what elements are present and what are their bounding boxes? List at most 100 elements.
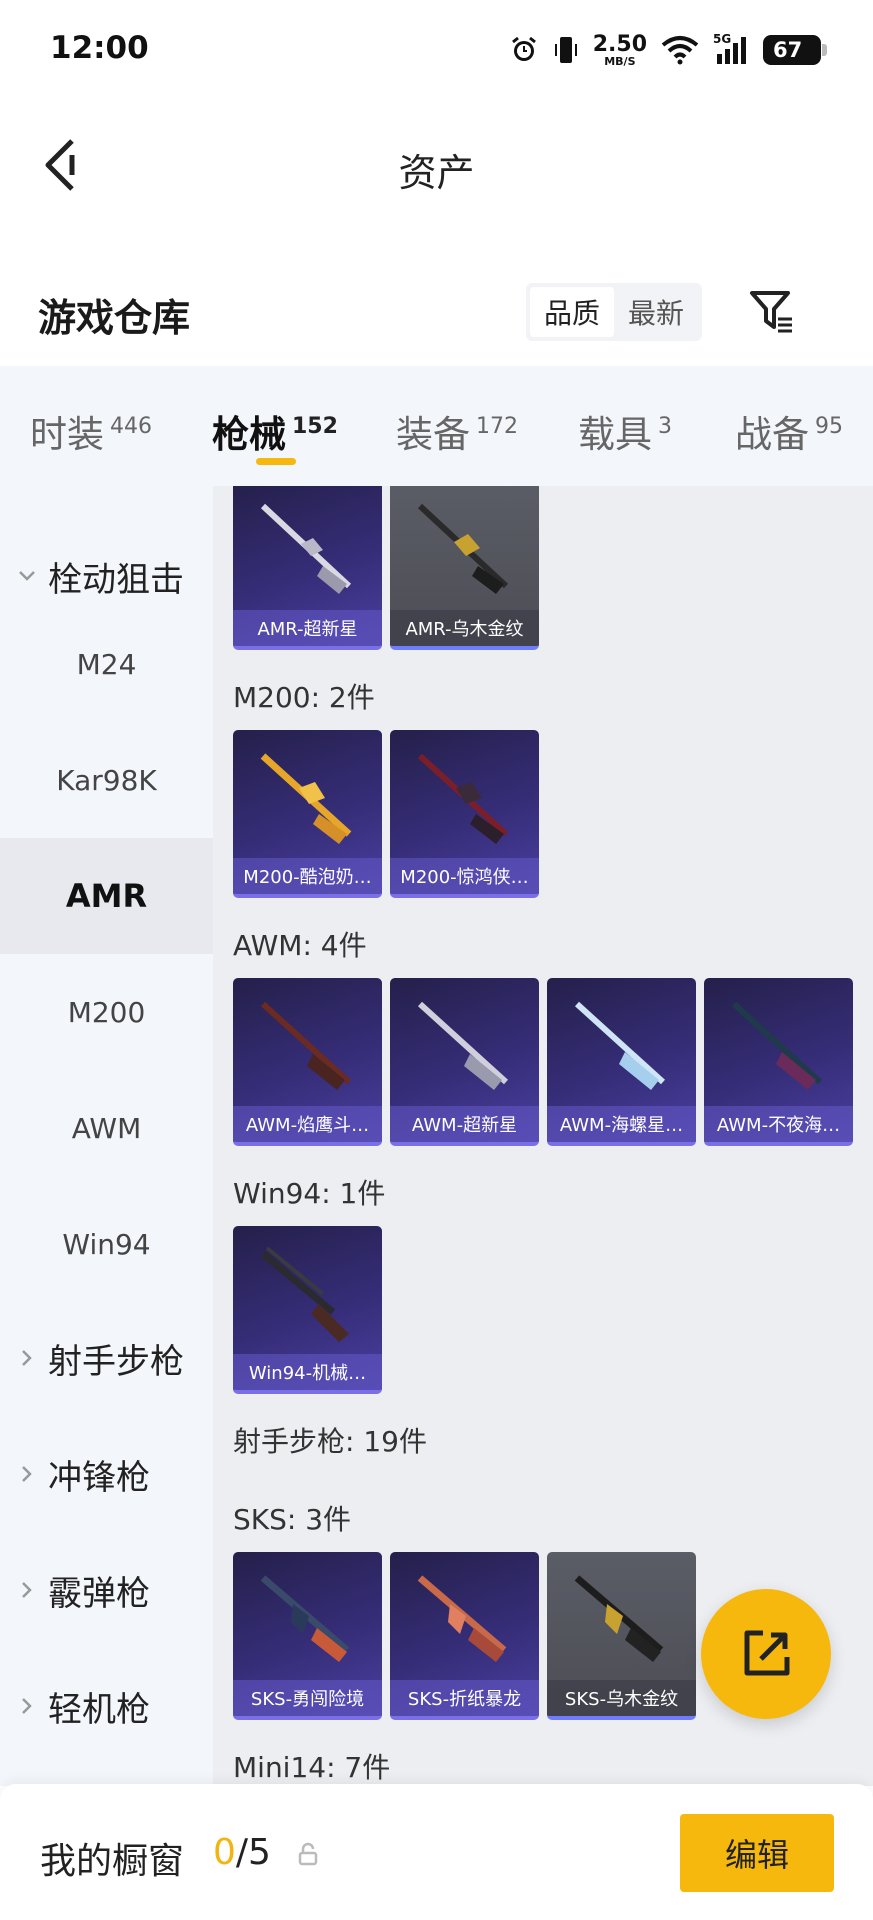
group-label-awm: AWM: 4件 bbox=[233, 929, 367, 962]
card-label: AWM-海螺星… bbox=[547, 1106, 696, 1142]
status-icons: 2.50 MB/S 5G 67 bbox=[509, 30, 827, 70]
card-label: AMR-超新星 bbox=[233, 610, 382, 646]
chevron-right-icon bbox=[18, 1465, 36, 1483]
sidebar-group-label: 栓动狙击 bbox=[48, 559, 184, 600]
tab-supplies[interactable]: 战备 95 bbox=[735, 366, 843, 458]
sidebar-item-amr[interactable]: AMR bbox=[0, 838, 213, 954]
sidebar-group-bolt-action[interactable]: 栓动狙击 bbox=[18, 546, 184, 606]
page-title: 资产 bbox=[398, 151, 475, 195]
active-tab-indicator bbox=[256, 458, 296, 465]
group-label-sks: SKS: 3件 bbox=[233, 1503, 352, 1536]
tab-fashion[interactable]: 时装 446 bbox=[30, 366, 152, 458]
sidebar-group-label: 冲锋枪 bbox=[48, 1457, 150, 1498]
sniper-rifle-icon bbox=[260, 503, 352, 594]
showcase-count: 0/5 bbox=[213, 1832, 271, 1873]
showcase-current: 0 bbox=[213, 1832, 236, 1873]
chevron-down-icon bbox=[18, 567, 36, 585]
sort-latest-option[interactable]: 最新 bbox=[614, 287, 698, 337]
card-label: M200-酷泡奶… bbox=[233, 858, 382, 894]
warehouse-title: 游戏仓库 bbox=[38, 296, 191, 340]
chevron-right-icon bbox=[18, 1349, 36, 1367]
tab-label: 枪械 bbox=[212, 413, 286, 456]
tab-equipment[interactable]: 装备 172 bbox=[396, 366, 518, 458]
card-label: AMR-乌木金纹 bbox=[390, 610, 539, 646]
edit-button[interactable]: 编辑 bbox=[680, 1814, 834, 1892]
tab-count: 172 bbox=[476, 414, 518, 439]
status-time: 12:00 bbox=[50, 30, 149, 66]
showcase-bar: 我的橱窗 0/5 编辑 bbox=[0, 1784, 873, 1920]
net-speed-value: 2.50 bbox=[592, 31, 647, 57]
tab-count: 152 bbox=[292, 414, 338, 439]
sniper-rifle-icon bbox=[260, 753, 352, 844]
weapon-card[interactable]: AMR-乌木金纹 bbox=[390, 486, 539, 650]
tab-firearms[interactable]: 枪械 152 bbox=[212, 366, 338, 465]
filter-icon bbox=[750, 291, 792, 333]
app-header: 资产 bbox=[0, 100, 873, 230]
weapon-card[interactable]: AWM-不夜海… bbox=[704, 978, 853, 1146]
weapon-card[interactable]: AMR-超新星 bbox=[233, 486, 382, 650]
battery-indicator: 67 bbox=[763, 35, 827, 65]
vibrate-icon bbox=[554, 37, 577, 63]
weapon-card[interactable]: SKS-勇闯险境 bbox=[233, 1552, 382, 1720]
sidebar-item-m24[interactable]: M24 bbox=[0, 606, 213, 722]
network-speed: 2.50 MB/S bbox=[592, 31, 647, 68]
weapon-card[interactable]: M200-酷泡奶… bbox=[233, 730, 382, 898]
sidebar-item-kar98k[interactable]: Kar98K bbox=[0, 722, 213, 838]
share-icon bbox=[744, 1630, 790, 1676]
group-label-win94: Win94: 1件 bbox=[233, 1177, 386, 1210]
showcase-label: 我的橱窗 bbox=[40, 1841, 185, 1882]
weapon-card[interactable]: AWM-超新星 bbox=[390, 978, 539, 1146]
weapon-card[interactable]: SKS-折纸暴龙 bbox=[390, 1552, 539, 1720]
tab-vehicles[interactable]: 载具 3 bbox=[578, 366, 672, 458]
share-fab-button[interactable] bbox=[701, 1589, 831, 1719]
sort-toggle: 品质 最新 bbox=[526, 283, 702, 341]
rifle-icon bbox=[260, 1575, 350, 1662]
sidebar-group-lmg[interactable]: 轻机枪 bbox=[18, 1676, 150, 1736]
warehouse-header: 游戏仓库 品质 最新 bbox=[0, 255, 873, 365]
filter-button[interactable] bbox=[744, 283, 800, 339]
sidebar-group-marksman[interactable]: 射手步枪 bbox=[18, 1328, 184, 1388]
status-bar: 12:00 2.50 MB/S 5G 67 bbox=[0, 0, 873, 100]
group-label-marksman: 射手步枪: 19件 bbox=[233, 1425, 427, 1458]
tab-count: 95 bbox=[815, 414, 843, 439]
card-label: SKS-勇闯险境 bbox=[233, 1680, 382, 1716]
card-label: AWM-超新星 bbox=[390, 1106, 539, 1142]
weapon-card[interactable]: AWM-焰鹰斗… bbox=[233, 978, 382, 1146]
weapon-sidebar: 栓动狙击 M24 Kar98K AMR M200 AWM Win94 射手步枪 … bbox=[0, 486, 213, 1786]
sidebar-item-awm[interactable]: AWM bbox=[0, 1070, 213, 1186]
group-label-m200: M200: 2件 bbox=[233, 681, 375, 714]
sort-quality-option[interactable]: 品质 bbox=[530, 287, 614, 337]
sidebar-group-smg[interactable]: 冲锋枪 bbox=[18, 1444, 150, 1504]
tab-label: 装备 bbox=[396, 413, 470, 456]
chevron-right-icon bbox=[18, 1697, 36, 1715]
sniper-rifle-icon bbox=[260, 1001, 352, 1090]
card-label: M200-惊鸿侠… bbox=[390, 858, 539, 894]
card-label: SKS-折纸暴龙 bbox=[390, 1680, 539, 1716]
tab-count: 3 bbox=[658, 414, 672, 439]
alarm-icon bbox=[511, 36, 536, 61]
showcase-total: /5 bbox=[235, 1832, 271, 1873]
cell-signal-icon: 5G bbox=[713, 32, 749, 66]
sniper-rifle-icon bbox=[417, 503, 509, 594]
tab-label: 时装 bbox=[30, 413, 104, 456]
rifle-icon bbox=[260, 1246, 349, 1342]
sniper-rifle-icon bbox=[731, 1001, 823, 1090]
sidebar-item-win94[interactable]: Win94 bbox=[0, 1186, 213, 1302]
sniper-rifle-icon bbox=[417, 1001, 509, 1090]
rifle-icon bbox=[417, 1575, 507, 1662]
sidebar-item-m200[interactable]: M200 bbox=[0, 954, 213, 1070]
sniper-rifle-icon bbox=[574, 1001, 666, 1090]
card-label: SKS-乌木金纹 bbox=[547, 1680, 696, 1716]
tab-label: 载具 bbox=[578, 413, 652, 456]
weapon-card[interactable]: SKS-乌木金纹 bbox=[547, 1552, 696, 1720]
weapon-card[interactable]: Win94-机械… bbox=[233, 1226, 382, 1394]
lock-icon bbox=[297, 1842, 319, 1870]
card-label: Win94-机械… bbox=[233, 1354, 382, 1390]
weapon-card[interactable]: AWM-海螺星… bbox=[547, 978, 696, 1146]
sidebar-group-shotgun[interactable]: 霰弹枪 bbox=[18, 1560, 150, 1620]
net-speed-unit: MB/S bbox=[604, 54, 636, 68]
group-label-mini14: Mini14: 7件 bbox=[233, 1751, 391, 1784]
sniper-rifle-icon bbox=[417, 753, 509, 844]
category-tabs: 时装 446 枪械 152 装备 172 载具 3 战备 95 bbox=[0, 366, 873, 486]
weapon-card[interactable]: M200-惊鸿侠… bbox=[390, 730, 539, 898]
